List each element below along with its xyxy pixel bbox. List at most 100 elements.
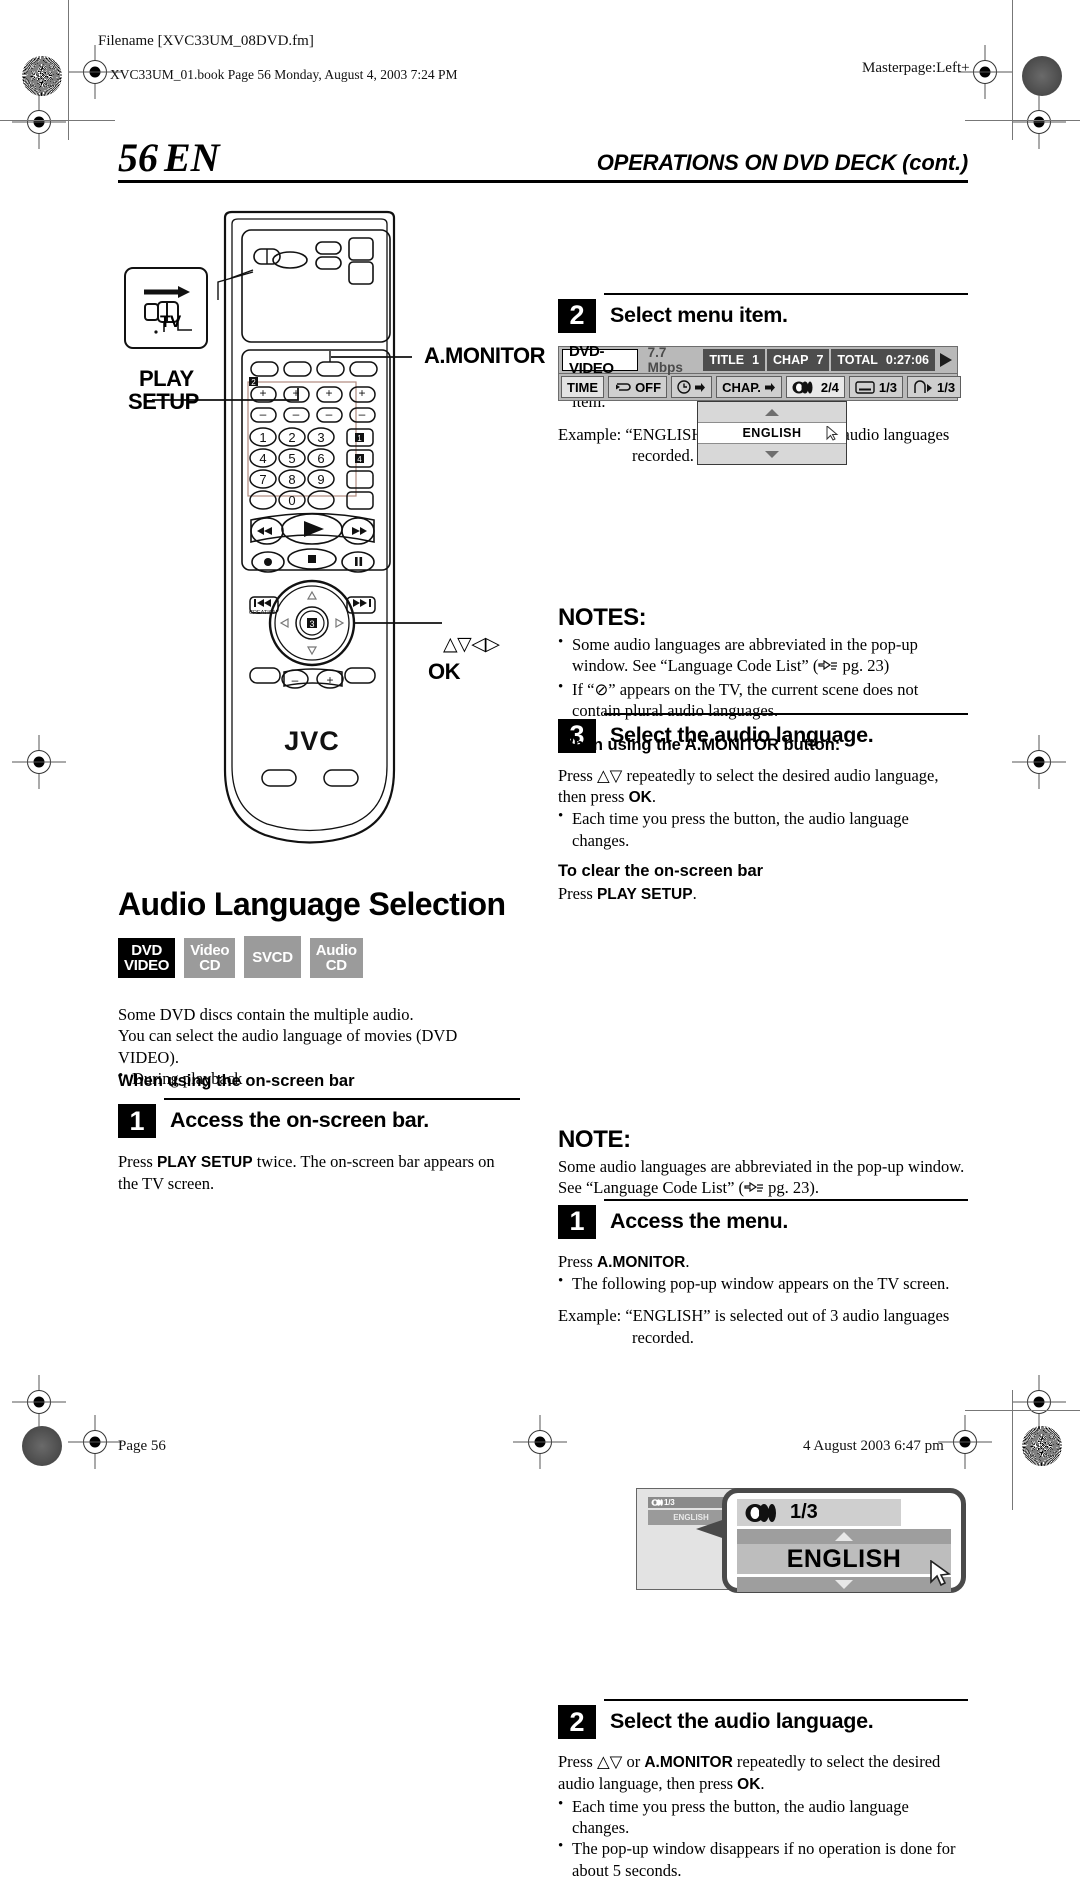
press-text: Press: [558, 1251, 597, 1271]
popup-language: ENGLISH: [742, 426, 802, 440]
svg-text:+: +: [358, 386, 365, 400]
svg-text:–: –: [260, 407, 267, 421]
clear-end: .: [692, 883, 697, 903]
badge-videocd-line2: CD: [199, 957, 221, 974]
badge-svcd: SVCD: [244, 936, 301, 978]
chap-value: 7: [816, 353, 824, 367]
svg-text:–: –: [326, 407, 333, 421]
crop-line-right-h-bottom: [965, 1410, 1080, 1411]
balloon-up-arrow[interactable]: [737, 1529, 951, 1545]
remote-label-arrows: △▽◁▷: [443, 633, 500, 655]
time-search-button[interactable]: [671, 376, 713, 398]
total-value: 0:27:06: [885, 353, 929, 367]
clear-pre: Press: [558, 883, 597, 903]
badge-dvd-video: DVD VIDEO: [118, 938, 176, 978]
time-label: TIME: [567, 379, 599, 395]
step-select-audio-language-monitor: 2 Select the audio language. Press △▽ or…: [558, 1699, 968, 1881]
clock-icon: [677, 380, 691, 394]
remote-svg: 123 456 789 0 + + + + – – – – – + 3 2 1 …: [124, 210, 442, 844]
step-body: Press △▽ or A.MONITOR repeatedly to sele…: [558, 1751, 968, 1881]
arrow-right-icon: [764, 382, 775, 392]
audio-count: 2/4: [820, 379, 839, 395]
total-time-field: TOTAL 0:27:06: [831, 349, 935, 371]
svg-text:+: +: [325, 386, 332, 400]
audio-icon: [792, 381, 813, 393]
subtitle-button[interactable]: 1/3: [848, 376, 903, 398]
step-title: Access the menu.: [610, 1208, 789, 1233]
notes-item-2: If “⊘” appears on the TV, the current sc…: [558, 678, 970, 722]
a-monitor-ref: A.MONITOR: [596, 1253, 686, 1271]
step-bullet: Each time you press the button, the audi…: [558, 807, 968, 851]
step-access-on-screen-bar: 1 Access the on-screen bar. Press PLAY S…: [118, 1098, 520, 1195]
audio-icon: [745, 1503, 776, 1522]
press-text: Press: [558, 1752, 597, 1772]
play-setup-ref: PLAY SETUP: [596, 885, 693, 903]
popup-down-arrow[interactable]: [698, 444, 846, 464]
svg-text:2: 2: [288, 430, 295, 445]
regmark-right-lower: [1022, 1385, 1056, 1419]
triangle-up-icon: [765, 408, 779, 416]
press-text: Press: [558, 765, 597, 785]
balloon-language-row[interactable]: ENGLISH: [737, 1544, 952, 1587]
regmark-bottom-left: [78, 1425, 112, 1459]
step-number: 2: [558, 1705, 596, 1740]
jvc-logo: JVC: [284, 726, 340, 756]
time-button[interactable]: TIME: [561, 376, 605, 398]
play-setup-ref: PLAY SETUP: [156, 1154, 253, 1171]
triangle-down-icon: [765, 450, 779, 458]
popup-balloon: 1/3 ENGLISH: [722, 1488, 966, 1594]
pointing-hand-icon: [744, 1179, 764, 1200]
note-text-b: pg. 23).: [764, 1178, 820, 1198]
angle-count: 1/3: [937, 379, 956, 395]
repeat-button[interactable]: OFF: [608, 376, 668, 398]
audio-icon: [651, 1499, 663, 1507]
note-block: NOTE: Some audio languages are abbreviat…: [558, 1126, 970, 1201]
cursor-icon: [826, 426, 839, 441]
repeat-state: OFF: [635, 379, 662, 395]
svg-text:3: 3: [317, 430, 324, 445]
audio-language-button[interactable]: 2/4: [785, 376, 845, 398]
step-body-pre: Press: [118, 1152, 157, 1171]
remote-label-a-monitor: A.MONITOR: [424, 343, 545, 368]
remote-label-tv: TV: [160, 312, 181, 331]
svg-text:9: 9: [317, 472, 324, 487]
slug-footer-page: Page 56: [118, 1438, 166, 1454]
svg-text:2: 2: [251, 378, 256, 387]
step-rule: [604, 292, 968, 295]
subtitle-count: 1/3: [878, 379, 897, 395]
svg-text:6: 6: [317, 451, 324, 466]
regmark-top-left: [78, 55, 112, 89]
slug-masterpage: Masterpage:Left+: [862, 60, 970, 76]
registration-starburst-bottom-right: [1022, 1426, 1062, 1466]
chapter-search-button[interactable]: CHAP.: [716, 376, 782, 398]
slug-book: XVC33UM_01.book Page 56 Monday, August 4…: [110, 67, 458, 82]
step-bullet: The following pop-up window appears on t…: [558, 1272, 968, 1294]
angle-button[interactable]: 1/3: [907, 376, 962, 398]
subhead-a-monitor: When using the A.MONITOR button:: [558, 735, 841, 754]
step-number: 1: [118, 1104, 156, 1138]
registration-starburst-top-left: [22, 56, 62, 96]
badge-dvd-line2: VIDEO: [124, 957, 170, 974]
svg-text:1: 1: [259, 430, 266, 445]
page-number: 56: [118, 135, 158, 180]
balloon-down-arrow[interactable]: [737, 1577, 951, 1593]
tv-popup-graphic: 1/3 ENGLISH 1/3 ENGLISH: [636, 1488, 966, 1594]
chapter-field: CHAP 7: [767, 349, 830, 371]
popup-up-arrow[interactable]: [698, 402, 846, 423]
cursor-icon: [930, 1560, 952, 1587]
crop-line-left-h: [0, 120, 115, 121]
audio-language-popup[interactable]: ENGLISH: [697, 401, 847, 465]
disc-type-label: DVD-VIDEO: [562, 343, 638, 377]
clear-bar-body: Press PLAY SETUP.: [558, 883, 968, 905]
popup-value-row[interactable]: ENGLISH: [698, 423, 846, 444]
badge-video-cd: Video CD: [184, 938, 236, 978]
badge-audiocd-line1: Audio: [315, 942, 357, 959]
badge-audio-cd: Audio CD: [309, 938, 363, 978]
step-access-menu: 1 Access the menu. Press A.MONITOR. The …: [558, 1198, 968, 1348]
notes-heading: NOTES:: [558, 604, 647, 631]
slug-footer-date: 4 August 2003 6:47 pm: [803, 1438, 944, 1454]
balloon-language: ENGLISH: [786, 1544, 902, 1573]
step-rule: [164, 1098, 520, 1100]
regmark-bottom-right: [948, 1425, 982, 1459]
subhead-on-screen-bar: When using the on-screen bar: [118, 1072, 355, 1090]
